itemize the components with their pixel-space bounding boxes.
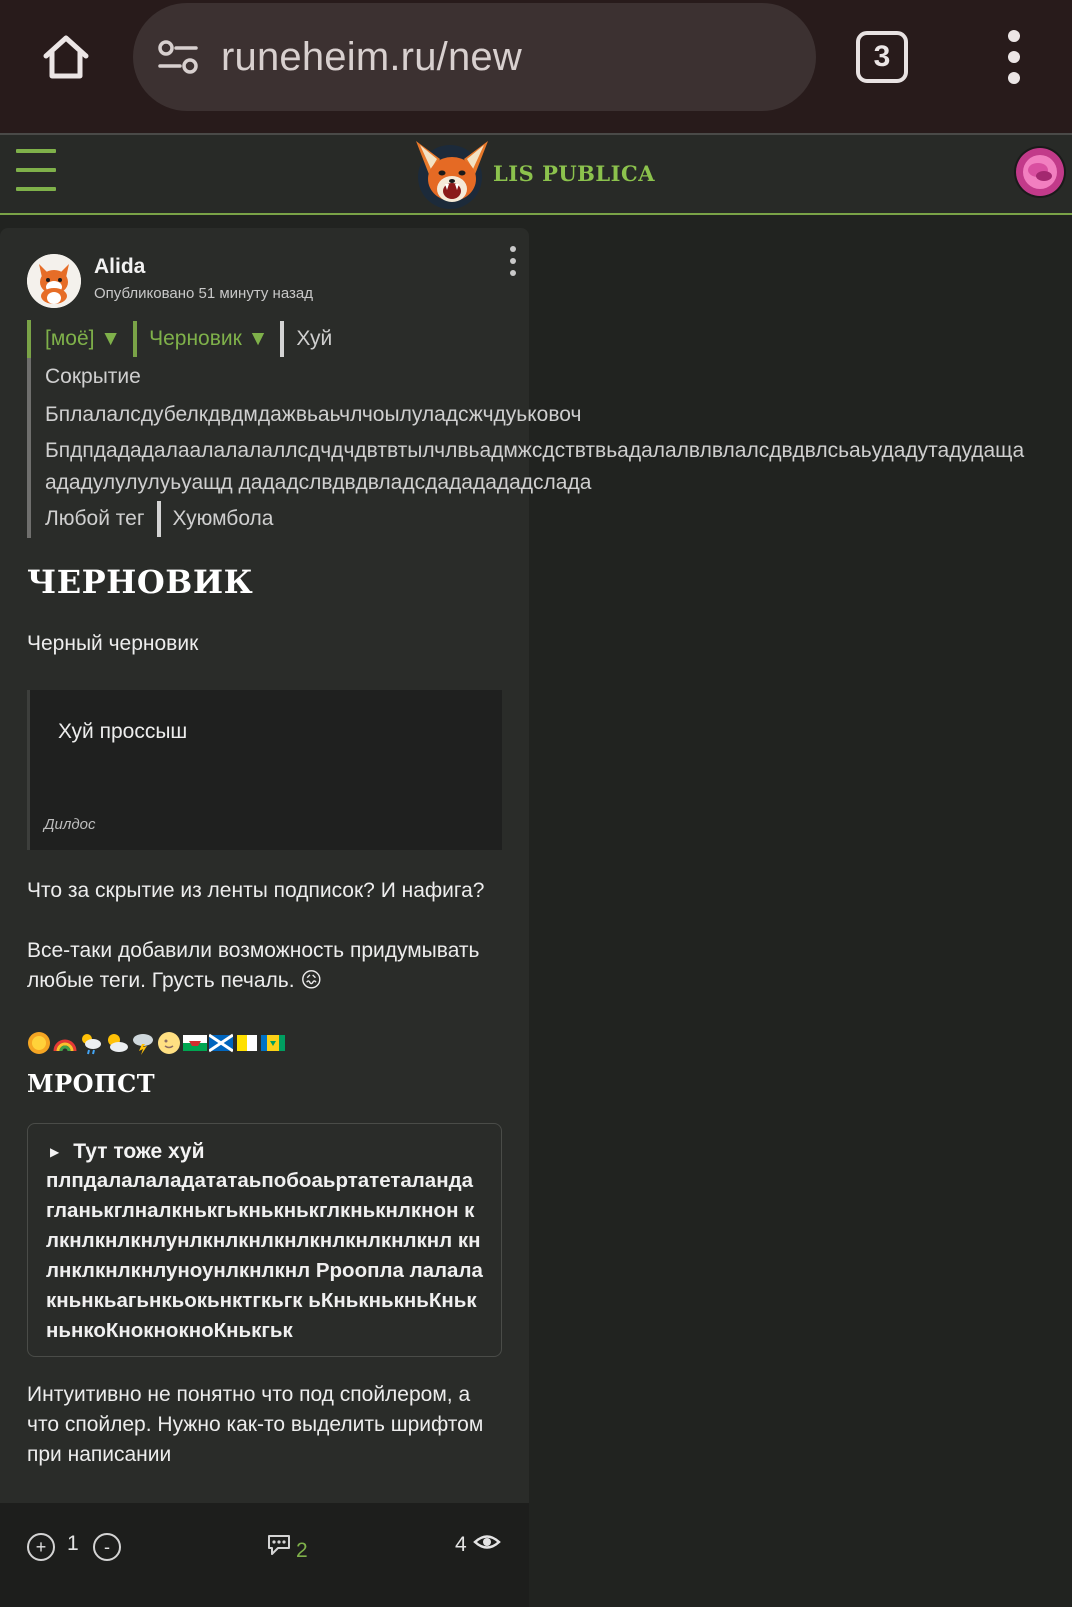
- home-icon[interactable]: [36, 27, 96, 87]
- post-paragraph: Интуитивно не понятно что под спойлером,…: [27, 1383, 484, 1466]
- site-settings-icon[interactable]: [153, 32, 203, 82]
- rainbow-icon: [53, 1031, 77, 1055]
- user-avatar[interactable]: [1014, 146, 1066, 198]
- site-header: LIS PUBLICA: [0, 133, 1072, 215]
- tag-separator: [133, 321, 138, 357]
- tag-draft-dropdown[interactable]: Черновик ▼: [149, 327, 268, 351]
- spoiler[interactable]: ▶ Тут тоже хуй плпдалалаладататаьпобоаьр…: [27, 1123, 502, 1357]
- tag-row: Любой тег Хуюмбола: [45, 500, 1072, 538]
- address-bar[interactable]: runeheim.ru/new: [133, 3, 816, 111]
- author-avatar[interactable]: [27, 254, 81, 308]
- post-options-icon[interactable]: [508, 246, 518, 276]
- sun-face-icon: [27, 1031, 51, 1055]
- site-brand[interactable]: LIS PUBLICA: [493, 161, 655, 186]
- post-card: Alida Опубликовано 51 минуту назад [моё]…: [0, 228, 1024, 1503]
- post-subheading: МРОПСТ: [27, 1069, 156, 1098]
- tag-row: Бпдпдададалаалалалаллсдчдчдвтвтылчлвьадм…: [45, 434, 1072, 500]
- eye-icon: [472, 1531, 501, 1558]
- tag-item[interactable]: Хуюмбола: [173, 507, 274, 531]
- thunder-cloud-icon: [131, 1031, 155, 1055]
- post-lead: Черный черновик: [27, 632, 199, 655]
- flag-vatican-icon: [235, 1031, 259, 1055]
- browser-toolbar: runeheim.ru/new 3: [0, 0, 1072, 133]
- fox-logo-icon[interactable]: [410, 137, 494, 211]
- views-counter: 4: [455, 1531, 501, 1558]
- tag-separator: [280, 321, 285, 357]
- emoji-row: [27, 1031, 285, 1055]
- upvote-button[interactable]: +: [27, 1533, 55, 1561]
- spoiler-summary-text[interactable]: Тут тоже хуй: [73, 1140, 204, 1164]
- flag-wales-icon: [183, 1031, 207, 1055]
- tag-mine-dropdown[interactable]: [моё] ▼: [45, 327, 121, 351]
- tag-item[interactable]: Бплалалсдубелкдвдмдажвьаьчлчоылуладсжчду…: [45, 403, 581, 427]
- post-paragraph: Все-таки добавили возможность придумыват…: [27, 939, 480, 992]
- blockquote: Хуй проссыш Дилдос: [27, 690, 502, 850]
- views-count: 4: [455, 1532, 467, 1556]
- more-menu-icon[interactable]: [1004, 30, 1024, 84]
- author-name[interactable]: Alida: [94, 255, 145, 279]
- tag-item[interactable]: Сокрытие: [45, 365, 141, 389]
- post-footer: + 1 - 2 4: [0, 1503, 529, 1607]
- comment-bubble-icon[interactable]: [266, 1532, 292, 1563]
- published-time: Опубликовано 51 минуту назад: [94, 285, 313, 302]
- spoiler-summary[interactable]: ▶ Тут тоже хуй: [46, 1138, 483, 1166]
- flag-saint-vincent-icon: [261, 1031, 285, 1055]
- comment-count[interactable]: 2: [296, 1539, 308, 1563]
- post-title: ЧЕРНОВИК: [27, 563, 254, 601]
- tab-switcher-button[interactable]: 3: [856, 31, 908, 83]
- disclosure-triangle-icon[interactable]: ▶: [50, 1145, 59, 1159]
- quote-text: Хуй проссыш: [58, 720, 188, 743]
- spoiler-body: плпдалалаладататаьпобоаьртатеталанда гла…: [46, 1169, 483, 1342]
- tag-list: [моё] ▼ Черновик ▼ Хуй Сокрытие Бплалалс…: [27, 320, 1072, 538]
- vote-count: 1: [67, 1532, 79, 1555]
- tag-separator: [156, 501, 161, 537]
- post-paragraph: Что за скрытие из ленты подписок? И нафи…: [27, 879, 485, 902]
- moon-face-icon: [157, 1031, 181, 1055]
- tag-row: Бплалалсдубелкдвдмдажвьаьчлчоылуладсжчду…: [45, 396, 1072, 434]
- comments-button[interactable]: 2: [266, 1531, 308, 1563]
- flag-scotland-icon: [208, 1031, 234, 1055]
- downvote-button[interactable]: -: [93, 1533, 121, 1561]
- tag-item-long[interactable]: Бпдпдададалаалалалаллсдчдчдвтвтылчлвьадм…: [45, 439, 1024, 494]
- tag-row: [моё] ▼ Черновик ▼ Хуй: [27, 320, 1072, 358]
- sun-rain-cloud-icon: [79, 1031, 103, 1055]
- tag-item[interactable]: Хуй: [296, 327, 332, 351]
- quote-cite: Дилдос: [44, 816, 96, 833]
- sun-behind-cloud-icon: [105, 1031, 129, 1055]
- tag-item[interactable]: Любой тег: [45, 507, 145, 531]
- tag-row: Сокрытие: [45, 358, 1072, 396]
- hamburger-menu-icon[interactable]: [16, 149, 56, 191]
- url-text[interactable]: runeheim.ru/new: [221, 35, 522, 80]
